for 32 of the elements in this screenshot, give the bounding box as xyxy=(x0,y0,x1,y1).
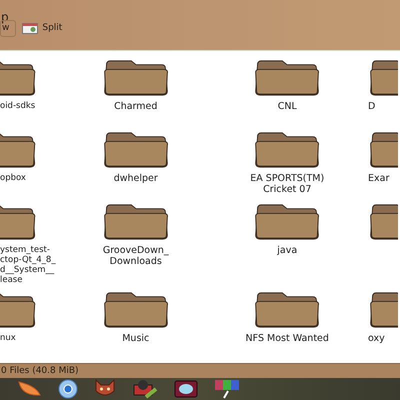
folder-name[interactable]: EA SPORTS(TM) Cricket 07 xyxy=(237,173,338,195)
folder-name[interactable]: ystem_test- ctop-Qt_4_8_ d__System__ lease xyxy=(0,245,55,285)
folder-icon xyxy=(0,59,36,97)
folder-icon xyxy=(368,203,398,241)
color-palette-icon[interactable] xyxy=(214,379,240,399)
globe-icon[interactable] xyxy=(58,379,78,399)
folder-name[interactable]: GrooveDown_ Downloads xyxy=(86,245,186,267)
folder-icon xyxy=(368,59,398,97)
folder-icon xyxy=(0,131,36,169)
folder-icon xyxy=(0,203,36,241)
folder-name[interactable]: Music xyxy=(122,333,150,344)
folder-name[interactable]: Charmed xyxy=(114,101,158,112)
folder-name[interactable]: Exar xyxy=(368,173,390,184)
split-button[interactable]: Split xyxy=(22,22,62,36)
camera-icon[interactable] xyxy=(132,379,158,399)
folder-name[interactable]: D xyxy=(368,101,376,112)
folder-name[interactable]: oxy xyxy=(368,333,385,344)
split-view-icon xyxy=(22,23,38,34)
folder-icon xyxy=(368,131,398,169)
folder-name[interactable]: nux xyxy=(0,333,16,343)
folder-name[interactable]: NFS Most Wanted xyxy=(246,333,329,344)
status-bar: 0 Files (40.8 MiB) xyxy=(0,363,400,378)
monitor-icon[interactable] xyxy=(174,380,198,398)
folder-name[interactable]: dwhelper xyxy=(114,173,158,184)
toolbar-button[interactable]: w xyxy=(0,20,16,37)
folder-name[interactable]: oid-sdks xyxy=(0,101,36,111)
folder-name[interactable]: java xyxy=(277,245,298,256)
folder-name[interactable]: opbox xyxy=(0,173,26,183)
fruit-slice-icon[interactable] xyxy=(16,380,42,398)
folder-name[interactable]: CNL xyxy=(278,101,297,112)
folder-icon xyxy=(368,291,398,329)
folder-icon xyxy=(0,291,36,329)
